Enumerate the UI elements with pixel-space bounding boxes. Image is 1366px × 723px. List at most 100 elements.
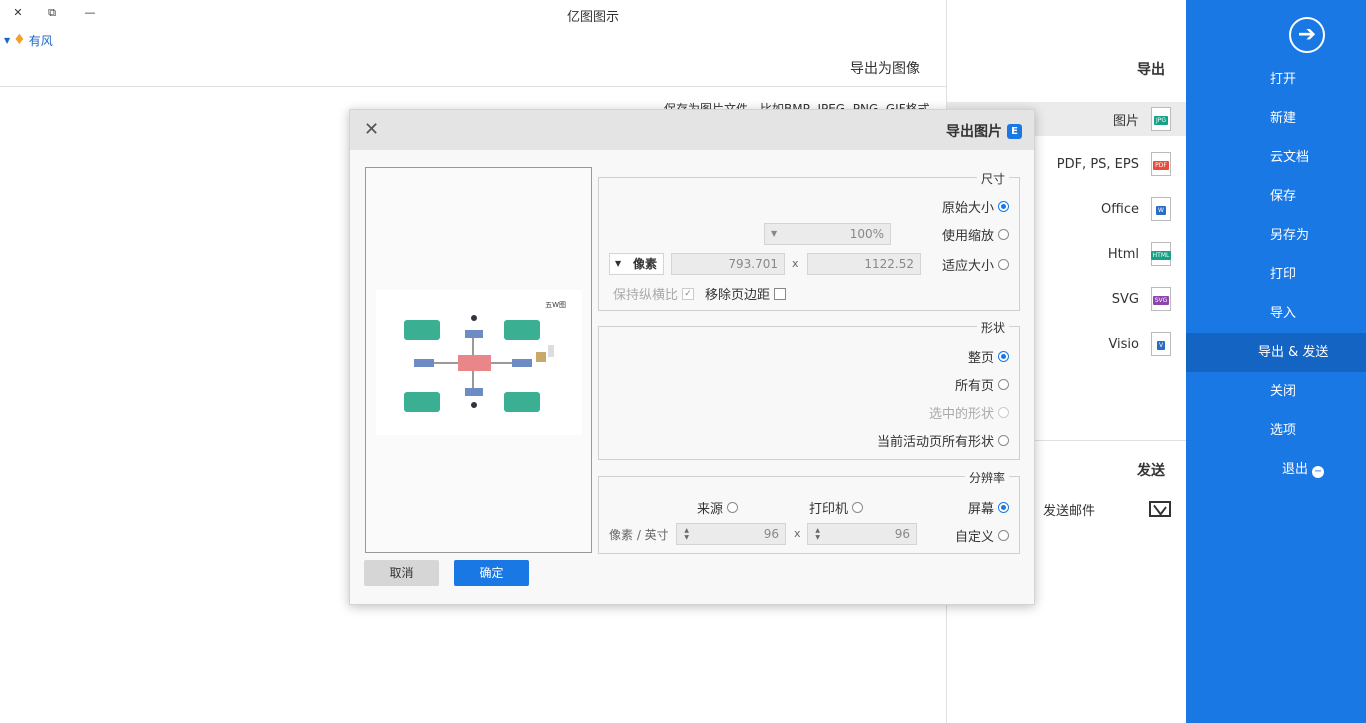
dialog-close-button[interactable]: ✕: [364, 119, 379, 140]
chevron-down-icon: ▼: [4, 35, 11, 45]
user-name: 有风: [28, 33, 53, 48]
remove-margin-label: 移除页边距: [705, 288, 771, 303]
whole-page-option[interactable]: 整页: [968, 347, 1009, 366]
keep-ratio-checkbox[interactable]: ✓: [682, 287, 695, 300]
use-zoom-option[interactable]: 使用缩放: [942, 225, 1009, 244]
all-pages-radio[interactable]: [998, 379, 1009, 390]
screen-option[interactable]: 屏幕: [968, 498, 1009, 517]
user-menu[interactable]: ▼ ♦ 有风: [4, 30, 53, 50]
sidebar-item-export-send[interactable]: 导出 & 发送: [1186, 333, 1366, 372]
source-radio[interactable]: [727, 502, 739, 513]
word-file-icon: W: [1151, 197, 1171, 221]
dpi-y-value: 96: [763, 527, 779, 541]
dpi-x-input[interactable]: ▲ ▼ 96: [807, 523, 917, 545]
header-divider: [0, 86, 946, 87]
export-preview: 五W图: [365, 167, 592, 553]
current-page-shapes-radio[interactable]: [998, 435, 1009, 446]
sidebar-item-open[interactable]: 打开: [1186, 60, 1366, 99]
remove-margin-checkbox[interactable]: [774, 287, 787, 300]
sidebar-item-save[interactable]: 保存: [1186, 177, 1366, 216]
pdf-file-icon: PDF: [1151, 152, 1171, 176]
sidebar-item-print[interactable]: 打印: [1186, 255, 1366, 294]
fit-size-radio[interactable]: [998, 259, 1009, 270]
back-arrow-button[interactable]: ➔: [1289, 17, 1325, 53]
current-page-shapes-option[interactable]: 当前活动页所有形状: [877, 431, 1009, 450]
selected-shapes-radio[interactable]: [998, 407, 1009, 418]
preview-diagram-svg: 五W图: [404, 301, 566, 412]
remove-margin-option[interactable]: 移除页边距: [705, 284, 787, 303]
all-pages-option[interactable]: 所有页: [955, 375, 1009, 394]
selected-shapes-option[interactable]: 选中的形状: [929, 403, 1009, 422]
dpi-unit-label: 像素 / 英寸: [609, 528, 669, 542]
sidebar-item-cloud[interactable]: 云文档: [1186, 138, 1366, 177]
send-heading: 发送: [1137, 463, 1165, 479]
dpi-multiply-sign: x: [794, 527, 801, 540]
source-label: 来源: [697, 502, 724, 517]
visio-file-icon: V: [1151, 332, 1171, 356]
preview-diagram: 五W图: [376, 290, 582, 435]
cancel-button[interactable]: 取消: [364, 560, 439, 586]
zoom-value: 100%: [849, 227, 884, 241]
unit-select[interactable]: ▼ 像素: [609, 253, 664, 275]
use-zoom-radio[interactable]: [998, 229, 1009, 240]
sidebar-item-import[interactable]: 导入: [1186, 294, 1366, 333]
format-item-label: PDF, PS, EPS: [1056, 156, 1139, 172]
send-email-label: 发送邮件: [1042, 503, 1095, 519]
printer-option[interactable]: 打印机: [809, 498, 864, 517]
html-file-icon: HTML: [1150, 242, 1172, 266]
custom-radio[interactable]: [998, 530, 1009, 541]
svg-file-icon: SVG: [1151, 287, 1171, 311]
shape-section: 形状 整页 所有页 选中的形状 当前活动页所有形状: [598, 319, 1020, 460]
sidebar-item-exit[interactable]: 退出 −: [1186, 450, 1366, 489]
printer-radio[interactable]: [852, 502, 864, 513]
format-item-label: SVG: [1111, 291, 1139, 307]
ok-button[interactable]: 确定: [454, 560, 529, 586]
fit-size-label: 适应大小: [941, 259, 994, 274]
selected-shapes-label: 选中的形状: [928, 407, 994, 422]
spinner-arrows-icon[interactable]: ▲ ▼: [679, 527, 689, 541]
format-item-label: Visio: [1108, 336, 1139, 352]
sidebar-item-save-as[interactable]: 另存为: [1186, 216, 1366, 255]
fit-size-option[interactable]: 适应大小: [942, 255, 1009, 274]
custom-option[interactable]: 自定义: [955, 526, 1009, 545]
unit-value: 像素: [632, 257, 657, 271]
whole-page-radio[interactable]: [998, 351, 1009, 362]
resolution-legend: 分辨率: [964, 469, 1009, 486]
width-input[interactable]: 1122.52: [807, 253, 921, 275]
export-page-title: 导出为图像: [850, 61, 920, 77]
export-image-dialog: ✕ 导出图片 E 五W图 尺寸 原始大小 使用缩放 ▼ 100% 适应大小 11…: [349, 109, 1035, 605]
exit-label: 退出: [1282, 462, 1309, 477]
dialog-title-text: 导出图片: [946, 124, 1002, 140]
mail-icon: [1149, 501, 1171, 517]
sidebar-item-close[interactable]: 关闭: [1186, 372, 1366, 411]
dpi-y-input[interactable]: ▲ ▼ 96: [676, 523, 786, 545]
custom-label: 自定义: [954, 530, 994, 545]
spinner-arrows-icon[interactable]: ▲ ▼: [810, 527, 820, 541]
keep-ratio-option[interactable]: 保持纵横比 ✓: [613, 284, 695, 303]
dialog-title: 导出图片 E: [946, 121, 1022, 141]
original-size-option[interactable]: 原始大小: [942, 197, 1009, 216]
height-input[interactable]: 793.701: [671, 253, 785, 275]
use-zoom-label: 使用缩放: [941, 229, 994, 244]
format-item-label: Html: [1107, 246, 1139, 262]
all-pages-label: 所有页: [954, 379, 994, 394]
format-item-label: 图片: [1112, 113, 1139, 129]
dpi-x-value: 96: [894, 527, 910, 541]
app-logo-icon: E: [1007, 123, 1022, 139]
source-option[interactable]: 来源: [697, 498, 739, 517]
size-multiply-sign: x: [792, 257, 799, 270]
chevron-down-icon: ▼: [615, 259, 622, 268]
screen-radio[interactable]: [998, 502, 1009, 513]
printer-label: 打印机: [809, 502, 849, 517]
zoom-select[interactable]: ▼ 100%: [764, 223, 891, 245]
sidebar-item-new[interactable]: 新建: [1186, 99, 1366, 138]
original-size-radio[interactable]: [998, 201, 1009, 212]
exit-icon: −: [1312, 466, 1325, 478]
sidebar-item-options[interactable]: 选项: [1186, 411, 1366, 450]
dialog-header: ✕ 导出图片 E: [350, 110, 1034, 150]
jpg-file-icon: JPG: [1151, 107, 1171, 131]
resolution-section: 分辨率 屏幕 打印机 来源 自定义 ▲ ▼ 96 x ▲ ▼ 96 像素 / 英寸: [598, 469, 1020, 554]
screen-label: 屏幕: [967, 502, 994, 517]
export-heading: 导出: [1137, 62, 1165, 78]
format-item-label: Office: [1101, 201, 1139, 217]
